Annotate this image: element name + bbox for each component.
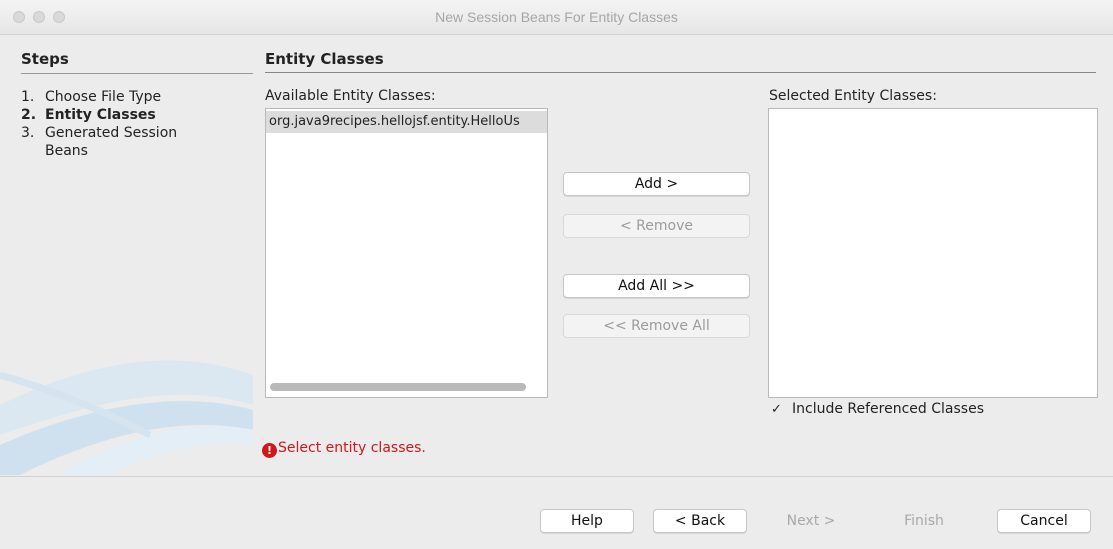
- step-number: 3.: [21, 125, 35, 141]
- step-label: Choose File Type: [45, 89, 162, 105]
- steps-panel: Steps 1. Choose File Type 2. Entity Classe…: [0, 35, 253, 475]
- step-number: 2.: [21, 107, 37, 123]
- step-label: Entity Classes: [45, 107, 156, 123]
- steps-divider: [21, 73, 253, 74]
- error-icon: !: [262, 443, 277, 458]
- available-classes-list[interactable]: org.java9recipes.hellojsf.entity.HelloUs: [265, 108, 548, 398]
- footer-divider: [0, 476, 1113, 477]
- page-heading: Entity Classes: [265, 50, 384, 68]
- available-classes-label: Available Entity Classes:: [265, 88, 436, 104]
- window-title: New Session Beans For Entity Classes: [435, 9, 678, 25]
- remove-button[interactable]: < Remove: [563, 214, 750, 238]
- step-entity-classes: 2. Entity Classes: [21, 106, 156, 124]
- step-choose-file-type: 1. Choose File Type: [21, 88, 161, 106]
- step-label: Generated Session: [45, 125, 178, 141]
- wizard-swoosh-graphic: [0, 360, 253, 475]
- finish-button[interactable]: Finish: [877, 509, 971, 533]
- step-generated-session-beans-cont: Beans: [21, 142, 88, 160]
- back-button[interactable]: < Back: [653, 509, 747, 533]
- include-referenced-checkbox-row[interactable]: ✓ Include Referenced Classes: [769, 401, 984, 417]
- selected-classes-list[interactable]: [768, 108, 1098, 398]
- cancel-button[interactable]: Cancel: [997, 509, 1091, 533]
- error-text: Select entity classes.: [278, 440, 426, 456]
- step-number: 1.: [21, 89, 35, 105]
- include-referenced-checkbox[interactable]: ✓: [769, 402, 784, 417]
- selected-classes-label: Selected Entity Classes:: [769, 88, 937, 104]
- help-button[interactable]: Help: [540, 509, 634, 533]
- horizontal-scrollbar[interactable]: [270, 383, 526, 391]
- remove-all-button[interactable]: << Remove All: [563, 314, 750, 338]
- add-all-button[interactable]: Add All >>: [563, 274, 750, 298]
- add-button[interactable]: Add >: [563, 172, 750, 196]
- heading-divider: [265, 72, 1096, 73]
- step-label: Beans: [45, 143, 88, 159]
- next-button[interactable]: Next >: [764, 509, 858, 533]
- error-message: ! Select entity classes.: [262, 440, 426, 458]
- list-item[interactable]: org.java9recipes.hellojsf.entity.HelloUs: [266, 111, 547, 133]
- steps-heading: Steps: [21, 50, 69, 68]
- title-bar: New Session Beans For Entity Classes: [0, 0, 1113, 35]
- step-generated-session-beans: 3. Generated Session: [21, 124, 177, 142]
- include-referenced-label: Include Referenced Classes: [792, 401, 984, 417]
